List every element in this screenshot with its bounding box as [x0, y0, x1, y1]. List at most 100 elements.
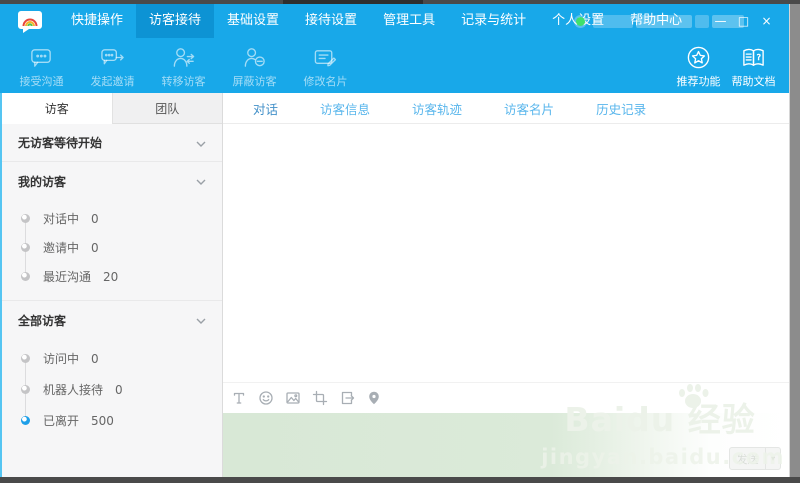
redacted-username-block: [636, 15, 692, 28]
help-docs-label: 帮助文档: [732, 73, 776, 89]
sidebar-tabs: 访客 团队: [2, 93, 222, 124]
menu-item-quick-actions[interactable]: 快捷操作: [58, 4, 136, 38]
visitor-block-icon: [242, 45, 267, 70]
section-my-visitors[interactable]: 我的访客: [2, 162, 222, 200]
chevron-down-icon[interactable]: [196, 136, 206, 150]
main-tabs: 对话 访客信息 访客轨迹 访客名片 历史记录: [223, 93, 789, 124]
tab-teams[interactable]: 团队: [112, 93, 223, 124]
redacted-username-block: [695, 15, 709, 28]
send-dropdown-icon[interactable]: ▾: [765, 448, 780, 469]
text-format-icon[interactable]: [231, 390, 247, 406]
visitor-sidebar: 访客 团队 无访客等待开始 我的访客 对话中 0 邀请中: [2, 93, 223, 477]
section-title: 无访客等待开始: [18, 134, 102, 151]
list-item-in-conversation[interactable]: 对话中 0: [2, 204, 222, 233]
minimize-button[interactable]: —: [712, 11, 729, 31]
item-label: 最近沟通: [43, 268, 91, 285]
list-item-left[interactable]: 已离开 500: [2, 405, 222, 436]
transfer-visitor-label: 转移访客: [162, 73, 206, 89]
item-label: 访问中: [43, 350, 79, 367]
tab-history[interactable]: 历史记录: [596, 99, 646, 118]
accept-chat-label: 接受沟通: [20, 73, 64, 89]
block-visitor-button[interactable]: 屏蔽访客: [219, 43, 290, 89]
tab-visitor-card[interactable]: 访客名片: [504, 99, 554, 118]
edit-card-label: 修改名片: [304, 73, 348, 89]
visitor-transfer-icon: [171, 45, 196, 70]
menubar: 快捷操作 访客接待 基础设置 接待设置 管理工具 记录与统计 个人设置 帮助中心…: [0, 4, 789, 38]
transfer-visitor-button[interactable]: 转移访客: [148, 43, 219, 89]
close-button[interactable]: ×: [758, 11, 775, 31]
image-icon[interactable]: [285, 390, 301, 406]
screenshot-icon[interactable]: [312, 390, 328, 406]
composer: 发送 ▾: [223, 382, 789, 477]
menu-item-records-stats[interactable]: 记录与统计: [448, 4, 539, 38]
send-label: 发送: [730, 451, 765, 467]
card-edit-icon: [313, 45, 338, 70]
bullet-icon: [21, 214, 30, 223]
section-title: 我的访客: [18, 173, 66, 190]
item-label: 机器人接待: [43, 381, 103, 398]
block-visitor-label: 屏蔽访客: [233, 73, 277, 89]
send-invite-label: 发起邀请: [91, 73, 135, 89]
tab-visitor-track[interactable]: 访客轨迹: [412, 99, 462, 118]
send-file-icon[interactable]: [339, 390, 355, 406]
content: 访客 团队 无访客等待开始 我的访客 对话中 0 邀请中: [2, 93, 789, 477]
chat-accept-icon: [29, 45, 54, 70]
toolbar-right-group: 推荐功能 ? 帮助文档: [671, 43, 781, 89]
section-all-visitors[interactable]: 全部访客: [2, 301, 222, 339]
item-label: 已离开: [43, 412, 79, 429]
window-controls: — □ ×: [712, 4, 775, 38]
chat-message-area: [223, 124, 789, 382]
tab-visitors[interactable]: 访客: [2, 93, 112, 124]
section-title: 全部访客: [18, 312, 66, 329]
recommended-features-button[interactable]: 推荐功能: [671, 43, 726, 89]
message-input-area[interactable]: 发送 ▾: [223, 413, 789, 477]
bullet-icon: [21, 385, 30, 394]
item-count: 0: [91, 241, 99, 255]
location-icon[interactable]: [366, 390, 382, 406]
item-label: 对话中: [43, 210, 79, 227]
all-visitors-list: 访问中 0 机器人接待 0 已离开 500: [2, 339, 222, 445]
bullet-active-icon: [21, 416, 30, 425]
bullet-icon: [21, 243, 30, 252]
emoji-icon[interactable]: [258, 390, 274, 406]
bullet-icon: [21, 272, 30, 281]
item-count: 0: [91, 352, 99, 366]
list-item-visiting[interactable]: 访问中 0: [2, 343, 222, 374]
toolbar: 接受沟通 发起邀请 转移访客 屏蔽访客 修改名片: [0, 38, 789, 93]
menu-item-visitor-reception[interactable]: 访客接待: [136, 4, 214, 38]
edit-card-button[interactable]: 修改名片: [290, 43, 361, 89]
app-window: 快捷操作 访客接待 基础设置 接待设置 管理工具 记录与统计 个人设置 帮助中心…: [0, 4, 789, 477]
accept-chat-button[interactable]: 接受沟通: [6, 43, 77, 89]
help-doc-icon: ?: [741, 45, 766, 70]
send-button[interactable]: 发送 ▾: [729, 447, 781, 470]
chevron-down-icon[interactable]: [196, 313, 206, 327]
app-logo-icon: [16, 10, 44, 33]
item-count: 0: [91, 212, 99, 226]
desktop-edge-strip: [789, 4, 800, 477]
list-item-recent-chats[interactable]: 最近沟通 20: [2, 262, 222, 291]
star-circle-icon: [686, 45, 711, 70]
item-count: 20: [103, 270, 118, 284]
item-label: 邀请中: [43, 239, 79, 256]
svg-text:?: ?: [757, 52, 761, 62]
list-item-inviting[interactable]: 邀请中 0: [2, 233, 222, 262]
my-visitors-list: 对话中 0 邀请中 0 最近沟通 20: [2, 200, 222, 301]
menu-item-basic-settings[interactable]: 基础设置: [214, 4, 292, 38]
menu-item-management-tools[interactable]: 管理工具: [370, 4, 448, 38]
maximize-button[interactable]: □: [735, 11, 752, 31]
composer-toolbar: [223, 383, 789, 413]
item-count: 0: [115, 383, 123, 397]
list-item-robot-reception[interactable]: 机器人接待 0: [2, 374, 222, 405]
recommended-features-label: 推荐功能: [677, 73, 721, 89]
send-invite-button[interactable]: 发起邀请: [77, 43, 148, 89]
chevron-down-icon[interactable]: [196, 174, 206, 188]
section-no-waiting-visitors[interactable]: 无访客等待开始: [2, 124, 222, 162]
help-docs-button[interactable]: ? 帮助文档: [726, 43, 781, 89]
tab-conversation[interactable]: 对话: [253, 99, 278, 118]
tab-visitor-info[interactable]: 访客信息: [320, 99, 370, 118]
bullet-icon: [21, 354, 30, 363]
item-count: 500: [91, 414, 114, 428]
main-panel: 对话 访客信息 访客轨迹 访客名片 历史记录: [223, 93, 789, 477]
chat-invite-icon: [100, 45, 125, 70]
menu-item-reception-settings[interactable]: 接待设置: [292, 4, 370, 38]
